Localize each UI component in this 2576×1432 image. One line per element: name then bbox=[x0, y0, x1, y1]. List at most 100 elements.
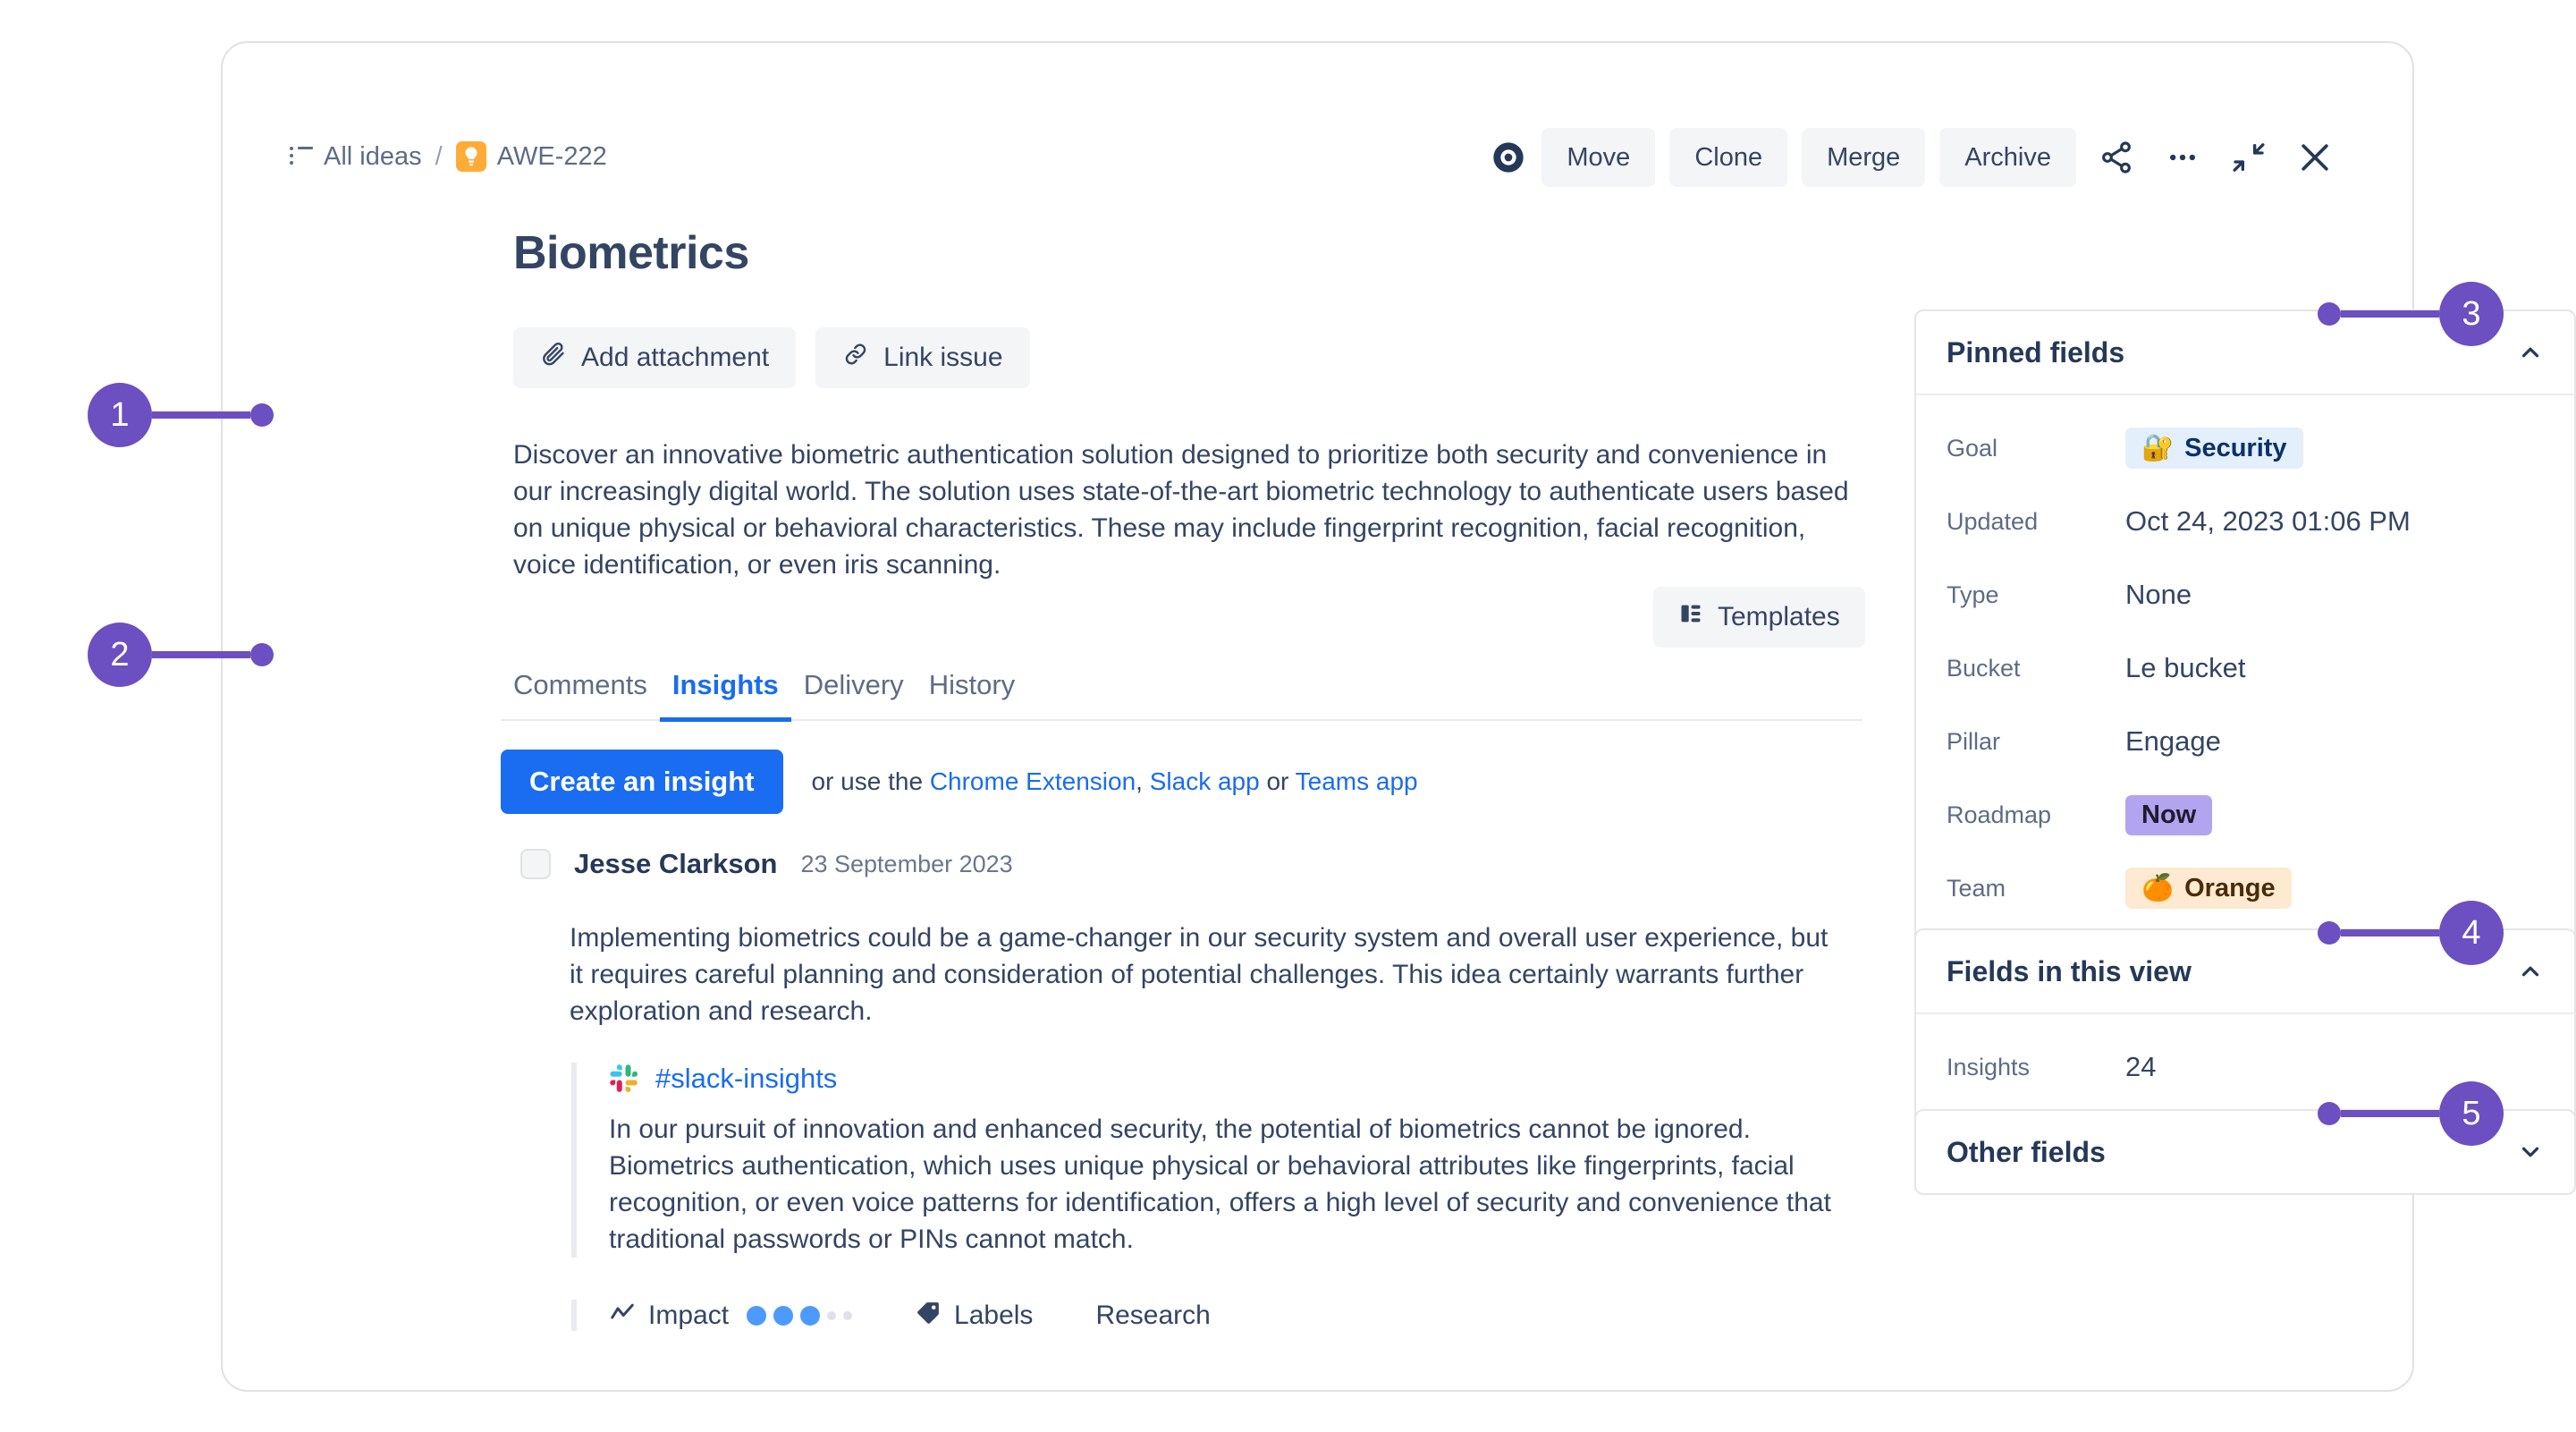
chevron-down-icon[interactable] bbox=[2517, 1139, 2544, 1165]
callout-number: 1 bbox=[88, 383, 152, 447]
impact-dot-empty bbox=[827, 1311, 836, 1320]
impact-rating[interactable] bbox=[747, 1306, 852, 1326]
modal-toolbar: Move Clone Merge Archive bbox=[1490, 128, 2341, 187]
tab-insights[interactable]: Insights bbox=[660, 669, 791, 722]
callout-line bbox=[2341, 929, 2439, 936]
lock-emoji: 🔐 bbox=[2141, 433, 2174, 463]
insight-hint-prefix: or use the bbox=[812, 767, 924, 795]
other-fields-title: Other fields bbox=[1947, 1136, 2106, 1169]
add-attachment-label: Add attachment bbox=[581, 343, 769, 373]
tab-history[interactable]: History bbox=[916, 669, 1027, 722]
field-label: Updated bbox=[1947, 508, 2125, 536]
callout-line bbox=[2341, 1110, 2439, 1117]
idea-detail-modal: All ideas / AWE-222 Move Clone Merge Arc… bbox=[221, 41, 2414, 1392]
callout-5: 5 bbox=[2318, 1081, 2504, 1146]
merge-button[interactable]: Merge bbox=[1802, 128, 1925, 187]
insight-date: 23 September 2023 bbox=[800, 851, 1012, 878]
insight-checkbox[interactable] bbox=[520, 849, 551, 879]
create-insight-row: Create an insight or use the Chrome Exte… bbox=[501, 750, 1418, 814]
hint-comma: , bbox=[1136, 767, 1143, 795]
callout-dot bbox=[2318, 302, 2341, 326]
breadcrumb-separator: / bbox=[435, 142, 443, 172]
move-button[interactable]: Move bbox=[1541, 128, 1655, 187]
chevron-up-icon[interactable] bbox=[2517, 339, 2544, 366]
field-label: Goal bbox=[1947, 435, 2125, 462]
impact-label: Impact bbox=[648, 1301, 729, 1331]
field-row-pillar[interactable]: Pillar Engage bbox=[1916, 705, 2574, 778]
field-row-type[interactable]: Type None bbox=[1916, 558, 2574, 631]
goal-value: Security bbox=[2184, 434, 2286, 463]
field-row-updated[interactable]: Updated Oct 24, 2023 01:06 PM bbox=[1916, 485, 2574, 558]
idea-actions: Add attachment Link issue bbox=[513, 327, 1030, 388]
impact-group[interactable]: Impact bbox=[609, 1300, 852, 1331]
ellipsis-icon[interactable] bbox=[2157, 131, 2209, 183]
template-icon bbox=[1678, 601, 1703, 633]
callout-dot bbox=[250, 643, 274, 666]
hint-or: or bbox=[1266, 767, 1288, 795]
field-value: Engage bbox=[2125, 725, 2221, 758]
field-row-goal[interactable]: Goal 🔐 Security bbox=[1916, 411, 2574, 485]
insight-meta: Impact Labels Research bbox=[571, 1300, 1845, 1331]
field-value: Oct 24, 2023 01:06 PM bbox=[2125, 505, 2411, 538]
goal-badge[interactable]: 🔐 Security bbox=[2125, 428, 2303, 469]
callout-number: 4 bbox=[2439, 901, 2504, 965]
idea-description: Discover an innovative biometric authent… bbox=[513, 436, 1854, 583]
insight-body: Implementing biometrics could be a game-… bbox=[570, 919, 1844, 1030]
tab-comments[interactable]: Comments bbox=[501, 669, 660, 722]
archive-button[interactable]: Archive bbox=[1939, 128, 2076, 187]
share-icon[interactable] bbox=[2090, 131, 2142, 183]
team-value: Orange bbox=[2184, 874, 2276, 903]
labels-group[interactable]: Labels bbox=[915, 1300, 1033, 1331]
field-row-roadmap[interactable]: Roadmap Now bbox=[1916, 778, 2574, 852]
impact-dot bbox=[773, 1306, 793, 1326]
team-badge[interactable]: 🍊 Orange bbox=[2125, 868, 2292, 909]
link-icon bbox=[842, 341, 869, 375]
field-label: Team bbox=[1947, 875, 2125, 902]
impact-dot bbox=[800, 1306, 820, 1326]
create-insight-button[interactable]: Create an insight bbox=[501, 750, 783, 814]
callout-number: 3 bbox=[2439, 282, 2504, 346]
chevron-up-icon[interactable] bbox=[2517, 958, 2544, 985]
labels-label: Labels bbox=[954, 1301, 1033, 1331]
field-label: Pillar bbox=[1947, 728, 2125, 756]
callout-line bbox=[2341, 310, 2439, 318]
field-value: 24 bbox=[2125, 1051, 2156, 1083]
close-icon[interactable] bbox=[2289, 131, 2341, 183]
insight-author-row: Jesse Clarkson 23 September 2023 bbox=[520, 848, 1013, 880]
tag-icon bbox=[915, 1300, 942, 1331]
slack-channel-link[interactable]: #slack-insights bbox=[655, 1063, 837, 1095]
breadcrumb-issue-key[interactable]: AWE-222 bbox=[497, 142, 607, 172]
breadcrumb-all-ideas[interactable]: All ideas bbox=[324, 142, 422, 172]
add-attachment-button[interactable]: Add attachment bbox=[513, 327, 796, 388]
detail-tabs: Comments Insights Delivery History bbox=[501, 669, 1862, 721]
chrome-extension-link[interactable]: Chrome Extension bbox=[930, 767, 1136, 795]
label-value-research[interactable]: Research bbox=[1095, 1301, 1210, 1331]
roadmap-badge[interactable]: Now bbox=[2125, 795, 2212, 835]
breadcrumb: All ideas / AWE-222 bbox=[290, 141, 607, 172]
field-value: None bbox=[2125, 579, 2192, 611]
link-issue-label: Link issue bbox=[883, 343, 1002, 373]
quote-text: In our pursuit of innovation and enhance… bbox=[609, 1111, 1845, 1258]
callout-dot bbox=[2318, 1102, 2341, 1125]
insight-quote: #slack-insights In our pursuit of innova… bbox=[571, 1063, 1845, 1258]
field-label: Type bbox=[1947, 581, 2125, 609]
paperclip-icon bbox=[540, 341, 567, 375]
eye-icon[interactable] bbox=[1490, 139, 1527, 176]
link-issue-button[interactable]: Link issue bbox=[815, 327, 1029, 388]
pinned-fields-title: Pinned fields bbox=[1947, 336, 2124, 369]
impact-dot bbox=[747, 1306, 766, 1326]
callout-line bbox=[152, 411, 250, 419]
slack-app-link[interactable]: Slack app bbox=[1150, 767, 1260, 795]
orange-emoji: 🍊 bbox=[2141, 873, 2174, 903]
field-row-bucket[interactable]: Bucket Le bucket bbox=[1916, 631, 2574, 705]
collapse-arrows-icon[interactable] bbox=[2223, 131, 2275, 183]
templates-button[interactable]: Templates bbox=[1653, 587, 1865, 648]
clone-button[interactable]: Clone bbox=[1669, 128, 1787, 187]
callout-dot bbox=[2318, 921, 2341, 945]
teams-app-link[interactable]: Teams app bbox=[1296, 767, 1418, 795]
trend-icon bbox=[609, 1300, 636, 1331]
insight-hint: or use the Chrome Extension, Slack app o… bbox=[812, 767, 1418, 796]
lightbulb-icon bbox=[456, 141, 486, 172]
tab-delivery[interactable]: Delivery bbox=[791, 669, 916, 722]
slack-icon bbox=[609, 1063, 639, 1094]
